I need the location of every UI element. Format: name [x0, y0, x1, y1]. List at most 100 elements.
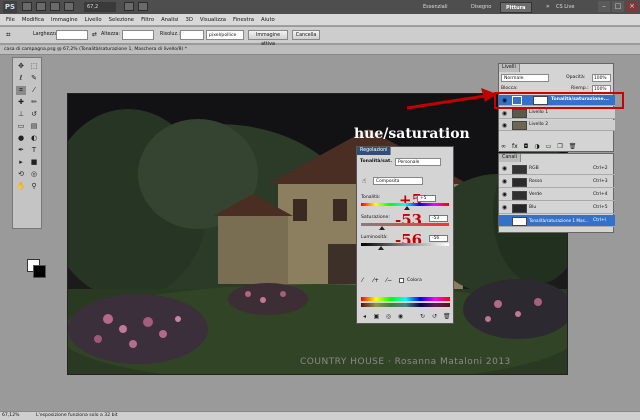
- brush-tool-icon[interactable]: ✏: [29, 98, 39, 107]
- menu-modifica[interactable]: Modifica: [22, 17, 44, 23]
- preset-select[interactable]: Personale: [395, 158, 441, 166]
- menu-aiuto[interactable]: Aiuto: [261, 17, 275, 23]
- add-mask-icon[interactable]: ◘: [524, 143, 529, 151]
- clip-to-layer-icon[interactable]: ◎: [385, 313, 392, 320]
- new-group-icon[interactable]: ▭: [546, 143, 552, 151]
- lightness-slider-thumb[interactable]: [378, 246, 384, 250]
- clear-button[interactable]: Cancella: [292, 30, 320, 40]
- minibridge-icon[interactable]: [36, 2, 46, 11]
- dodge-tool-icon[interactable]: ◐: [29, 134, 39, 143]
- lightness-field[interactable]: -56: [429, 235, 448, 242]
- cs-live-button[interactable]: CS Live: [556, 2, 574, 13]
- menu-finestra[interactable]: Finestra: [233, 17, 254, 23]
- menu-selezione[interactable]: Selezione: [109, 17, 134, 23]
- marquee-tool-icon[interactable]: ⬚: [29, 62, 39, 71]
- eyedropper-icon[interactable]: ⁄: [29, 86, 39, 95]
- eyedropper-icon[interactable]: ⁄: [362, 277, 363, 284]
- zoom-tool-icon[interactable]: [64, 2, 74, 11]
- healing-brush-icon[interactable]: ✚: [16, 98, 26, 107]
- expand-view-icon[interactable]: ▣: [373, 313, 380, 320]
- crop-icon[interactable]: ⌗: [16, 86, 26, 95]
- workspace-disegno[interactable]: Disegno: [466, 2, 496, 13]
- channel-row[interactable]: ◉ Verde Ctrl+4: [499, 189, 615, 201]
- history-brush-icon[interactable]: ↺: [29, 110, 39, 119]
- resolution-unit-select[interactable]: pixel/pollice: [206, 30, 244, 40]
- opacity-field[interactable]: 100%: [592, 74, 611, 82]
- colorize-checkbox[interactable]: [399, 278, 404, 283]
- swap-icon[interactable]: ⇄: [92, 31, 97, 38]
- document-canvas[interactable]: COUNTRY HOUSE · Rosanna Mataloni 2013: [67, 93, 568, 375]
- menu-visualizza[interactable]: Visualizza: [200, 17, 226, 23]
- move-tool-icon[interactable]: ✥: [16, 62, 26, 71]
- resolution-field[interactable]: [180, 30, 204, 40]
- back-arrow-icon[interactable]: ◂: [361, 313, 368, 320]
- screen-mode-icon[interactable]: [138, 2, 148, 11]
- zoom-level[interactable]: 67,2: [84, 2, 116, 12]
- channel-row[interactable]: ◉ RGB Ctrl+2: [499, 163, 615, 175]
- visibility-eye-icon[interactable]: ◉: [501, 178, 508, 185]
- hue-field[interactable]: +5: [417, 195, 436, 202]
- hand-icon[interactable]: [50, 2, 60, 11]
- hand-adjust-icon[interactable]: ☝: [362, 177, 366, 185]
- channels-tab[interactable]: Canali: [499, 154, 521, 162]
- close-icon[interactable]: ×: [626, 1, 638, 12]
- minimize-icon[interactable]: –: [598, 1, 610, 12]
- menu-analisi[interactable]: Analisi: [161, 17, 178, 23]
- document-tab[interactable]: casa di campagna.psg @ 67,2% (Tonalità/s…: [0, 45, 640, 55]
- path-selection-icon[interactable]: ▸: [16, 158, 26, 167]
- visibility-eye-icon[interactable]: ◉: [501, 191, 508, 198]
- new-layer-icon[interactable]: ❐: [557, 143, 562, 151]
- pen-tool-icon[interactable]: ✒: [16, 146, 26, 155]
- eraser-icon[interactable]: ▭: [16, 122, 26, 131]
- delete-layer-icon[interactable]: 🗑: [569, 143, 577, 151]
- zoom-tool-icon-box[interactable]: ⚲: [29, 182, 39, 191]
- visibility-toggle-icon[interactable]: ◉: [397, 313, 404, 320]
- hue-slider-thumb[interactable]: [404, 206, 410, 210]
- blur-tool-icon[interactable]: ●: [16, 134, 26, 143]
- quick-selection-icon[interactable]: ✎: [29, 74, 39, 83]
- channel-row-mask[interactable]: Tonalità/saturazione 1 Mas... Ctrl+\: [499, 215, 615, 227]
- link-layers-icon[interactable]: ∞: [501, 143, 506, 151]
- layers-tab[interactable]: Livelli: [499, 64, 520, 72]
- bridge-icon[interactable]: [22, 2, 32, 11]
- workspace-essenziali[interactable]: Essenziali: [418, 2, 452, 13]
- clone-stamp-icon[interactable]: ⊥: [16, 110, 26, 119]
- hand-tool-icon[interactable]: ✋: [16, 182, 26, 191]
- channel-select[interactable]: Composita: [373, 177, 423, 185]
- reset-icon[interactable]: ↺: [431, 313, 438, 320]
- 3d-camera-icon[interactable]: ◎: [29, 170, 39, 179]
- layer-row-livello-1[interactable]: ◉ Livello 1: [499, 108, 615, 119]
- status-zoom[interactable]: 67,12%: [2, 413, 20, 418]
- visibility-eye-icon[interactable]: ◉: [501, 165, 508, 172]
- visibility-eye-icon[interactable]: ◉: [501, 204, 508, 211]
- height-field[interactable]: [122, 30, 154, 40]
- saturation-slider[interactable]: [361, 223, 449, 226]
- adjustments-tab[interactable]: Regolazioni: [357, 147, 392, 155]
- arrange-documents-icon[interactable]: [124, 2, 134, 11]
- menu-livello[interactable]: Livello: [85, 17, 102, 23]
- menu-immagine[interactable]: Immagine: [51, 17, 78, 23]
- saturation-field[interactable]: -53: [429, 215, 448, 222]
- maximize-icon[interactable]: □: [612, 1, 624, 12]
- visibility-eye-icon[interactable]: ◉: [501, 122, 508, 129]
- background-color-swatch[interactable]: [33, 265, 46, 278]
- eyedropper-minus-icon[interactable]: ⁄−: [386, 277, 392, 284]
- more-workspaces-icon[interactable]: »: [546, 3, 550, 10]
- workspace-pittura[interactable]: Pittura: [500, 2, 532, 13]
- eyedropper-plus-icon[interactable]: ⁄+: [373, 277, 379, 284]
- 3d-rotate-icon[interactable]: ⟲: [16, 170, 26, 179]
- menu-file[interactable]: File: [6, 17, 15, 23]
- layer-row-livello-2[interactable]: ◉ Livello 2: [499, 120, 615, 131]
- delete-adjustment-icon[interactable]: 🗑: [443, 313, 451, 320]
- gradient-tool-icon[interactable]: ▤: [29, 122, 39, 131]
- visibility-eye-icon[interactable]: ◉: [501, 110, 508, 117]
- lasso-tool-icon[interactable]: ℓ: [16, 74, 26, 83]
- channel-row[interactable]: ◉ Rosso Ctrl+3: [499, 176, 615, 188]
- type-tool-icon[interactable]: T: [29, 146, 39, 155]
- front-image-button[interactable]: Immagine attiva: [248, 30, 288, 47]
- saturation-slider-thumb[interactable]: [379, 226, 385, 230]
- blend-mode-select[interactable]: Normale: [501, 74, 549, 82]
- width-field[interactable]: [56, 30, 88, 40]
- crop-tool-icon[interactable]: ⌗: [6, 30, 20, 40]
- menu-filtro[interactable]: Filtro: [141, 17, 154, 23]
